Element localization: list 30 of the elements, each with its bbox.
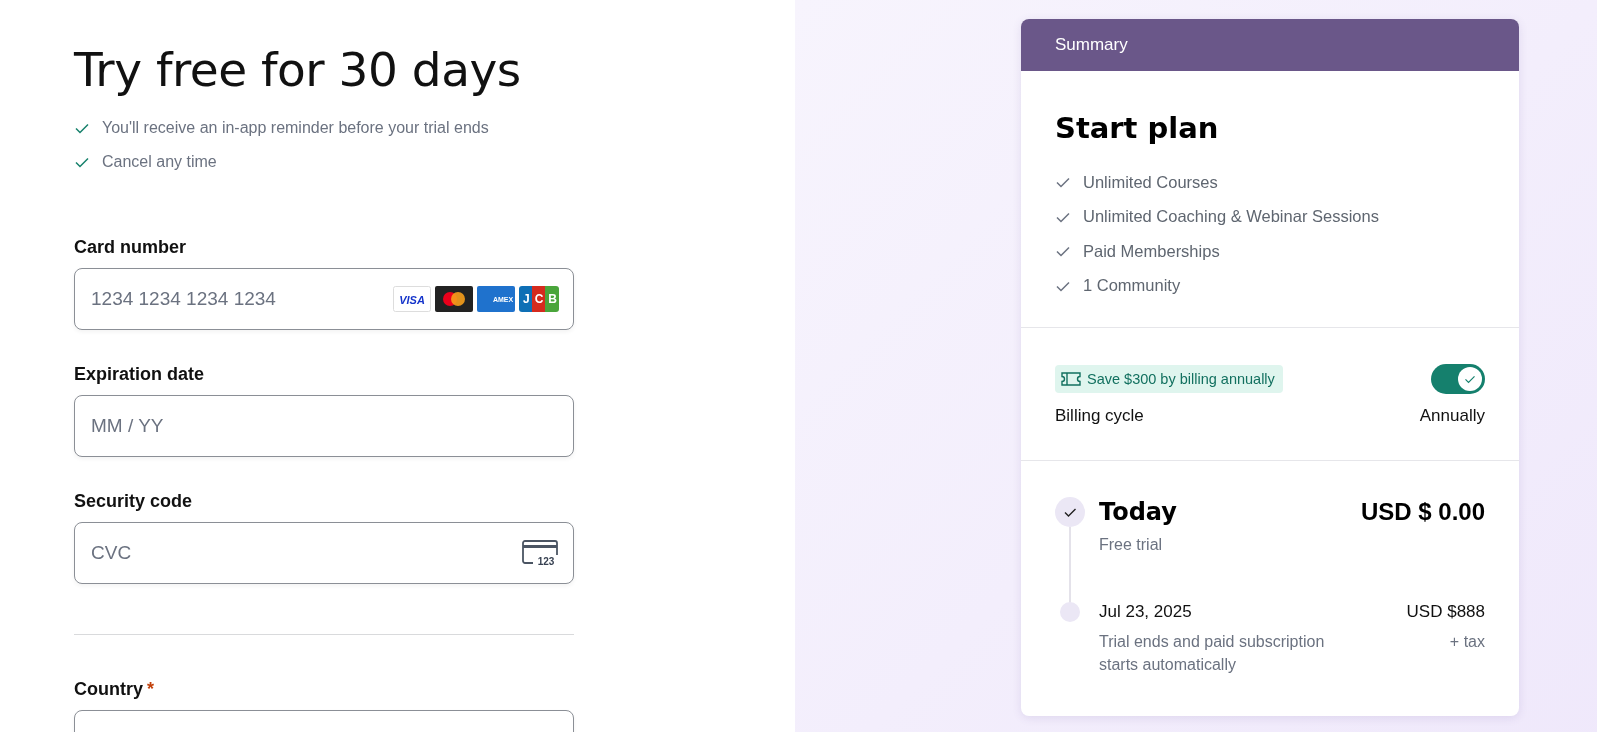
input-field[interactable]: MM / YY (74, 395, 574, 457)
step-note: Trial ends and paid subscription starts automatically (1099, 632, 1326, 675)
feature-text: Paid Memberships (1083, 241, 1220, 261)
required-mark: * (147, 679, 154, 699)
page-title: Try free for 30 days (74, 42, 522, 97)
step-title: Jul 23, 2025 (1099, 601, 1193, 623)
step-amount: USD $888 (1406, 601, 1485, 623)
billing-label: Billing cycle (1055, 406, 1144, 426)
field-label: Expiration date (74, 364, 205, 385)
savings-badge: Save $300 by billing annually (1055, 365, 1283, 393)
field-label: Security code (74, 491, 193, 512)
tax-note: + tax (1448, 632, 1485, 652)
feature-text: Unlimited Coaching & Webinar Sessions (1083, 207, 1379, 227)
billing-value: Annually (1419, 406, 1485, 426)
billing-toggle[interactable] (1431, 364, 1485, 394)
field-label: Country * (74, 679, 154, 700)
step-note: Free trial (1099, 535, 1164, 555)
field-label: Card number (74, 237, 187, 258)
jcb-logo: JCB (519, 286, 559, 312)
perk-text: You'll receive an in-app reminder before your trial ends (102, 119, 489, 137)
visa-logo: VISA (393, 286, 431, 312)
summary-header: Summary (1021, 19, 1519, 71)
plan-title: Start plan (1055, 111, 1220, 145)
step-amount: USD $ 0.00 (1360, 497, 1485, 527)
feature-text: Unlimited Courses (1083, 172, 1218, 192)
mastercard-logo (435, 286, 473, 312)
check-icon (1464, 373, 1476, 385)
feature-text: 1 Community (1083, 276, 1181, 296)
step-title: Today (1099, 497, 1178, 527)
perk-text: Cancel any time (102, 153, 217, 171)
